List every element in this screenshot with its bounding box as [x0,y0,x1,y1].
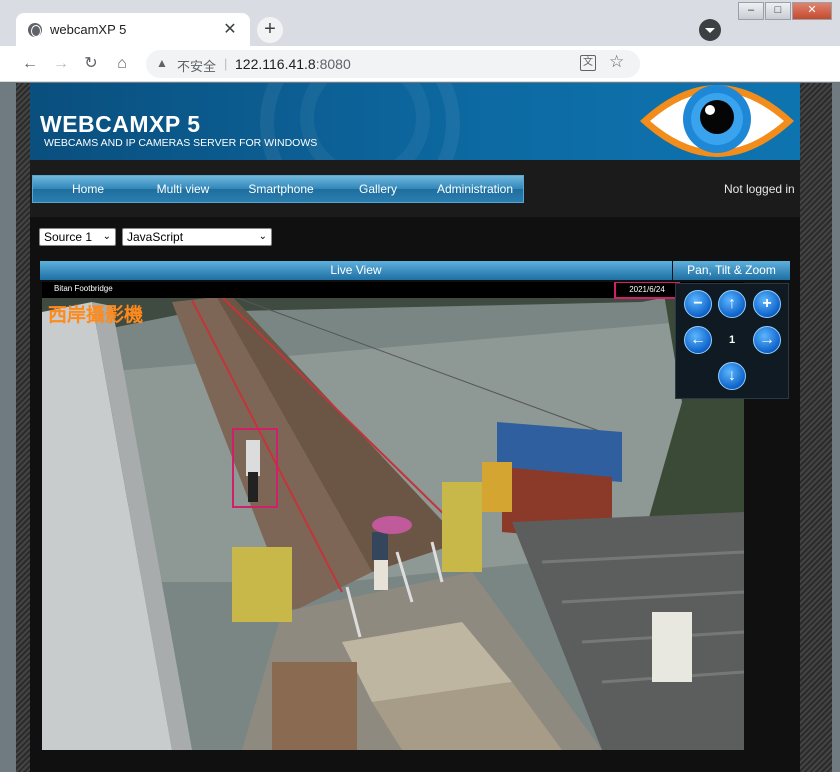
close-window-button[interactable]: ✕ [792,2,832,20]
source-select-value: Source 1 [44,230,93,244]
zoom-out-button[interactable]: − [684,290,712,318]
main-nav: Home Multi view Smartphone Gallery Admin… [32,175,524,203]
address-bar[interactable]: ▲ 不安全 | 122.116.41.8:8080 [146,50,640,78]
site-tagline: WEBCAMS AND IP CAMERAS SERVER FOR WINDOW… [44,137,318,149]
camera-feed[interactable]: Bitan Footbridge 2021/6/24 西岸攝影機 [42,282,744,750]
eye-logo-icon [640,85,794,157]
new-tab-button[interactable]: + [257,17,283,43]
address-separator: | [224,56,228,71]
bookmark-star-icon[interactable]: ☆ [609,52,624,72]
zoom-in-button[interactable]: + [753,290,781,318]
nav-smartphone[interactable]: Smartphone [233,176,329,202]
tilt-up-button[interactable]: ↑ [718,290,746,318]
chevron-down-icon: ⌄ [258,231,267,242]
site-title: WEBCAMXP 5 [40,111,201,137]
home-icon[interactable]: ⌂ [112,54,132,74]
back-icon[interactable]: ← [20,54,40,74]
pan-right-button[interactable]: → [753,326,781,354]
chevron-down-icon: ⌄ [102,231,111,242]
live-view-header: Live View [40,261,672,280]
url-host: 122.116.41.8 [235,56,316,72]
minimize-button[interactable]: – [738,2,764,20]
url-port: :8080 [315,56,351,72]
browser-toolbar: ← → ↻ ⌂ ▲ 不安全 | 122.116.41.8:8080 [0,46,840,82]
source-select[interactable]: Source 1 ⌄ [39,228,116,246]
security-label[interactable]: 不安全 [177,56,216,75]
camera-watermark: 西岸攝影機 [48,304,144,326]
forward-icon[interactable]: → [51,54,71,74]
maximize-button[interactable]: □ [765,2,791,20]
main-content: Source 1 ⌄ JavaScript ⌄ Live View Pan, T… [30,217,800,772]
login-status: Not logged in [724,182,795,196]
url-text[interactable]: 122.116.41.8:8080 [235,56,351,72]
browser-tab[interactable]: webcamXP 5 ✕ [16,13,250,46]
reload-icon[interactable]: ↻ [81,54,101,74]
globe-icon [28,23,42,37]
tab-close-button[interactable]: ✕ [220,19,240,39]
nav-home[interactable]: Home [41,176,135,202]
profile-menu-icon[interactable] [699,19,721,41]
ptz-step-value: 1 [728,334,736,346]
page-container: WEBCAMXP 5 WEBCAMS AND IP CAMERAS SERVER… [30,83,800,772]
mode-select[interactable]: JavaScript ⌄ [122,228,272,246]
camera-name: Bitan Footbridge [54,284,113,293]
ptz-control-panel: − ↑ + ← 1 → ↓ [675,283,789,399]
header-banner: WEBCAMXP 5 WEBCAMS AND IP CAMERAS SERVER… [30,83,800,160]
tab-title: webcamXP 5 [50,22,127,37]
page-background: WEBCAMXP 5 WEBCAMS AND IP CAMERAS SERVER… [16,83,832,772]
window-controls: – □ ✕ [737,2,832,22]
camera-scene [42,282,744,750]
banner-decoration-inner [300,83,430,160]
camera-date: 2021/6/24 [614,282,680,299]
mode-select-value: JavaScript [127,230,184,244]
translate-icon[interactable]: 文 [580,55,596,71]
detection-box [232,428,278,508]
nav-gallery[interactable]: Gallery [333,176,423,202]
pan-left-button[interactable]: ← [684,326,712,354]
ptz-header: Pan, Tilt & Zoom [673,261,790,280]
tilt-down-button[interactable]: ↓ [718,362,746,390]
nav-multi-view[interactable]: Multi view [137,176,229,202]
warning-icon[interactable]: ▲ [156,56,168,70]
browser-titlebar: webcamXP 5 ✕ + – □ ✕ [0,0,840,46]
nav-administration[interactable]: Administration [425,176,525,202]
